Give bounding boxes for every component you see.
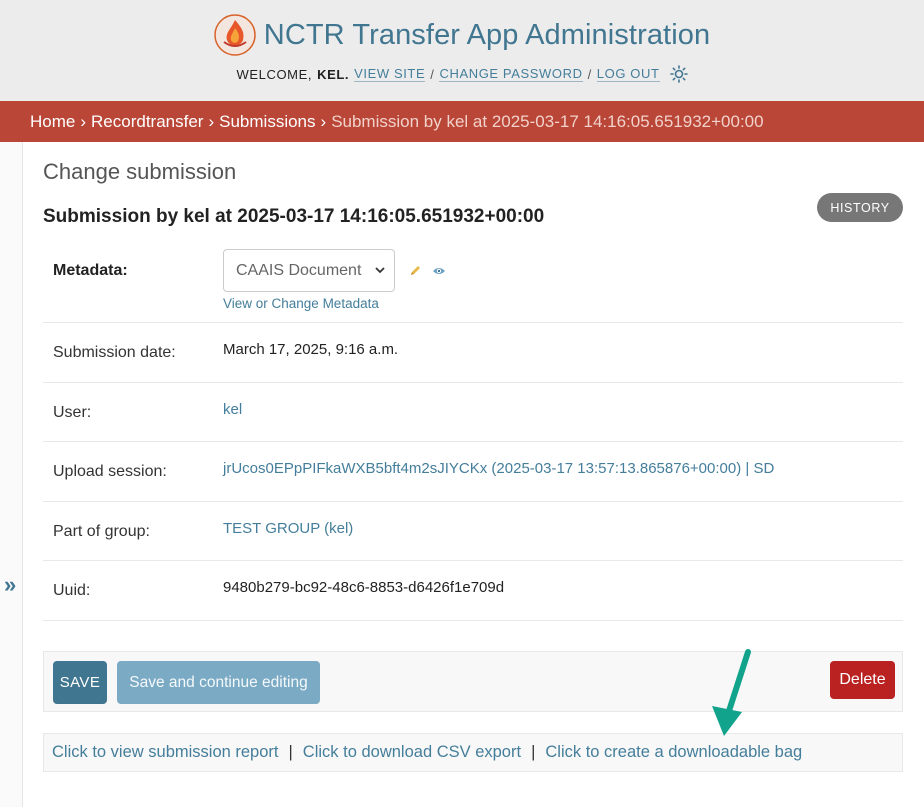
form-row-upload-session: Upload session: jrUcos0EPpPIFkaWXB5bft4m…: [43, 442, 903, 502]
object-title: Submission by kel at 2025-03-17 14:16:05…: [43, 206, 545, 227]
branding: NCTR Transfer App Administration: [0, 12, 924, 58]
flame-logo-icon: [214, 14, 256, 56]
separator: /: [587, 66, 592, 82]
pencil-icon[interactable]: [409, 264, 422, 277]
form-row-uuid: Uuid: 9480b279-bc92-48c6-8853-d6426f1e70…: [43, 561, 903, 621]
change-password-link[interactable]: Change password: [439, 66, 583, 82]
annotation-arrow-icon: [712, 649, 751, 736]
csv-export-link[interactable]: Click to download CSV export: [303, 743, 521, 762]
breadcrumb-home[interactable]: Home: [30, 112, 75, 132]
log-out-link[interactable]: Log out: [596, 66, 660, 82]
export-links: Click to view submission report | Click …: [43, 733, 903, 772]
user-tools: Welcome, kel. View site / Change passwor…: [0, 64, 924, 84]
breadcrumb-app[interactable]: Recordtransfer: [91, 112, 203, 132]
theme-toggle-icon[interactable]: [669, 65, 688, 83]
change-form: Metadata: CAAIS Document View or Change …: [43, 243, 903, 621]
form-row-part-of-group: Part of group: TEST GROUP (kel): [43, 502, 903, 562]
metadata-label: Metadata:: [53, 262, 128, 279]
form-row-user: User: kel: [43, 383, 903, 443]
link-separator: |: [531, 743, 536, 761]
breadcrumb-separator: ›: [320, 111, 327, 131]
view-change-metadata-link[interactable]: View or Change Metadata: [223, 296, 379, 311]
eye-icon[interactable]: [432, 266, 446, 276]
site-title-link[interactable]: NCTR Transfer App Administration: [264, 19, 710, 52]
downloadable-bag-link[interactable]: Click to create a downloadable bag: [545, 743, 802, 762]
submission-date-value: March 17, 2025, 9:16 a.m.: [223, 341, 399, 358]
chevron-down-icon: [374, 264, 386, 276]
page-title: Change submission: [43, 159, 237, 184]
submit-row: SAVE Save and continue editing Delete: [43, 651, 903, 712]
upload-session-link[interactable]: jrUcos0EPpPIFkaWXB5bft4m2sJIYCKx (2025-0…: [223, 460, 774, 477]
user-link[interactable]: kel: [223, 401, 242, 418]
uuid-label: Uuid:: [53, 582, 91, 600]
submission-date-label: Submission date:: [53, 344, 176, 361]
save-button[interactable]: SAVE: [53, 661, 107, 704]
link-separator: |: [288, 743, 293, 761]
form-row-metadata: Metadata: CAAIS Document View or Change …: [43, 243, 903, 323]
separator: /: [430, 66, 435, 82]
breadcrumb-model[interactable]: Submissions: [219, 112, 315, 132]
breadcrumb-current: Submission by kel at 2025-03-17 14:16:05…: [331, 111, 764, 131]
view-site-link[interactable]: View site: [354, 66, 426, 82]
user-label: User:: [53, 403, 92, 421]
breadcrumb: Home › Recordtransfer › Submissions › Su…: [0, 101, 924, 142]
username: kel.: [317, 66, 350, 82]
metadata-select[interactable]: CAAIS Document: [223, 249, 395, 292]
history-button[interactable]: HISTORY: [817, 193, 903, 222]
submission-report-link[interactable]: Click to view submission report: [52, 743, 279, 762]
part-of-group-label: Part of group:: [53, 522, 150, 540]
expand-sidebar-icon[interactable]: »: [4, 572, 16, 598]
uuid-value: 9480b279-bc92-48c6-8853-d6426f1e709d: [223, 579, 505, 597]
save-continue-button[interactable]: Save and continue editing: [117, 661, 320, 704]
welcome-label: Welcome,: [236, 66, 313, 82]
upload-session-label: Upload session:: [53, 463, 167, 481]
part-of-group-link[interactable]: TEST GROUP (kel): [223, 520, 353, 537]
sidebar-toggle[interactable]: »: [0, 142, 23, 807]
form-row-submission-date: Submission date: March 17, 2025, 9:16 a.…: [43, 323, 903, 383]
site-header: NCTR Transfer App Administration Welcome…: [0, 0, 924, 101]
delete-button[interactable]: Delete: [830, 661, 895, 699]
metadata-selected-value: CAAIS Document: [236, 261, 362, 279]
breadcrumb-separator: ›: [80, 111, 87, 131]
breadcrumb-separator: ›: [208, 111, 215, 131]
